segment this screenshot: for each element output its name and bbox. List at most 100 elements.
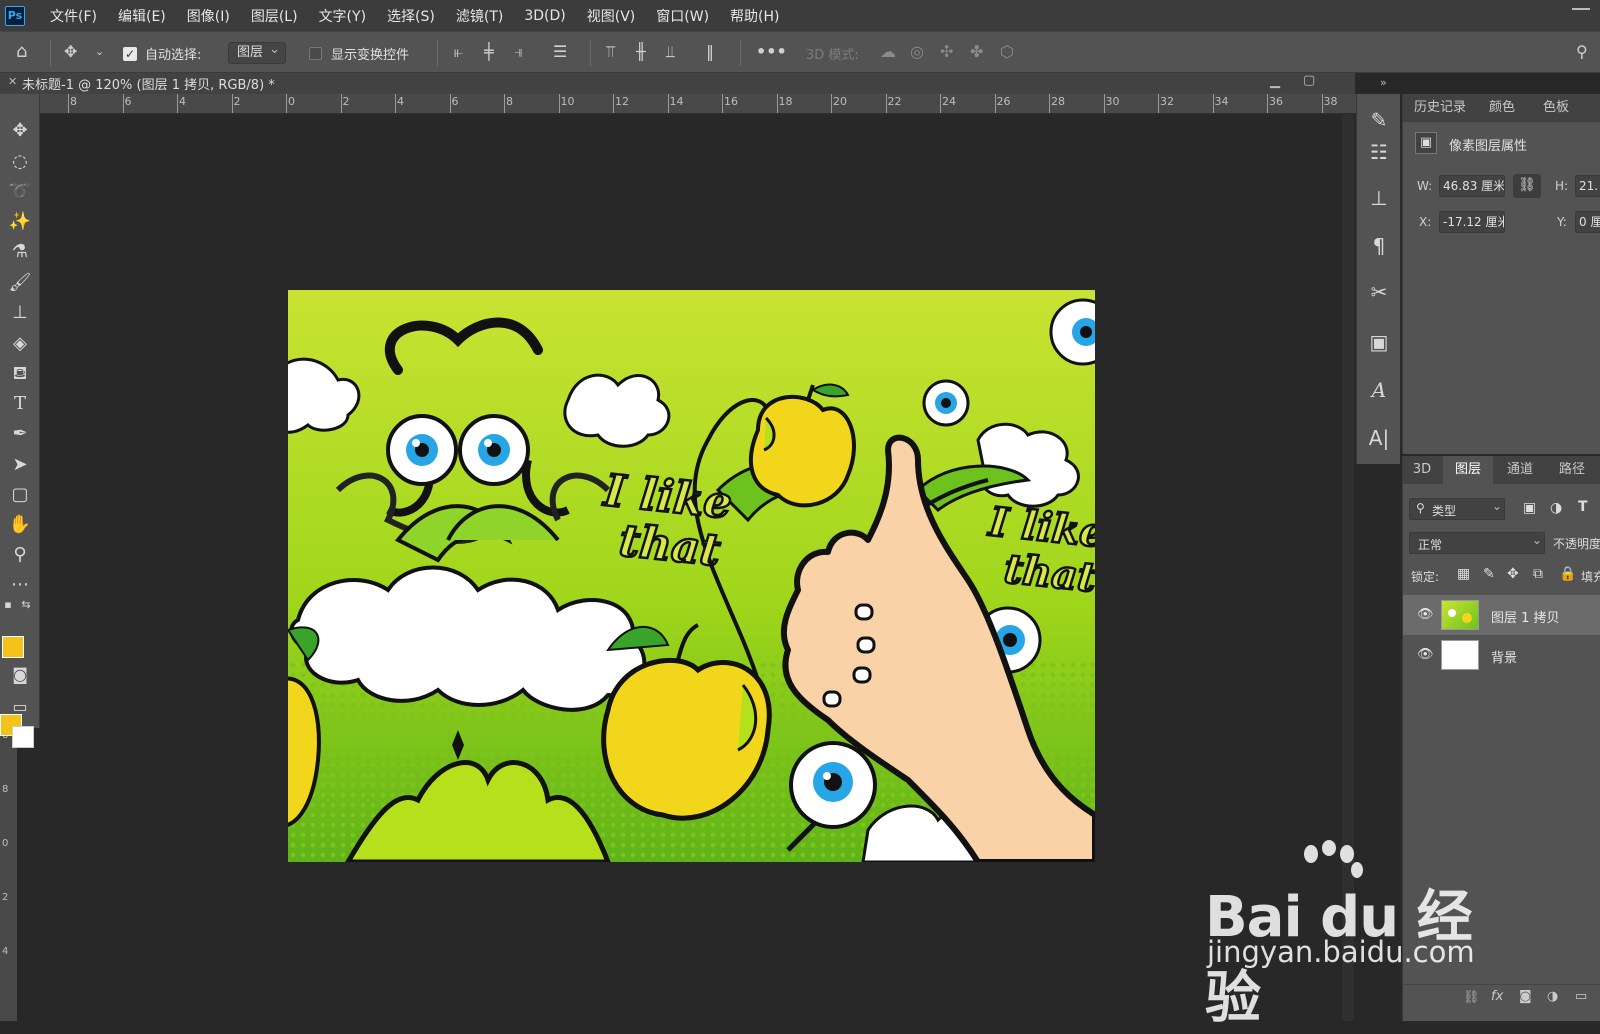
distribute-horizontal-icon[interactable]: ‖ [706, 43, 714, 61]
align-right-icon[interactable]: ⫣ [514, 43, 524, 61]
3d-roll-icon[interactable]: ◎ [910, 43, 924, 61]
x-field[interactable]: -17.12 厘米 [1439, 211, 1505, 233]
glyphs-icon[interactable]: A [1365, 376, 1393, 404]
align-top-icon[interactable]: ⫪ [606, 43, 615, 61]
document-tab[interactable]: ✕ 未标题-1 @ 120% (图层 1 拷贝, RGB/8) * ▁ ▢ [0, 73, 1355, 94]
more-options-icon[interactable]: ••• [756, 43, 787, 61]
clone-stamp-tool-icon[interactable]: ⊥ [6, 300, 34, 326]
lock-position-icon[interactable]: ✥ [1507, 566, 1519, 582]
minimize-window-button[interactable] [1572, 8, 1590, 10]
tool-presets-icon[interactable]: ✂ [1365, 278, 1393, 306]
clone-source-icon[interactable]: ⊥ [1365, 184, 1393, 212]
foreground-color-swatch-display[interactable] [2, 636, 24, 658]
menu-file[interactable]: 文件(F) [50, 6, 97, 26]
distribute-vertical-icon[interactable]: ☰ [553, 43, 567, 61]
tab-history[interactable]: 历史记录 [1407, 94, 1473, 122]
y-field[interactable]: 0 厘 [1575, 211, 1600, 233]
width-field[interactable]: 46.83 厘米 [1439, 175, 1505, 197]
rectangle-tool-icon[interactable]: ▢ [6, 482, 34, 508]
eyedropper-tool-icon[interactable]: ⚗ [6, 239, 34, 265]
move-tool-preset-icon[interactable]: ✥ [64, 43, 77, 61]
quick-mask-icon[interactable]: ◙ [6, 662, 34, 688]
lock-all-icon[interactable]: 🔒 [1559, 566, 1576, 582]
blend-mode-dropdown[interactable]: 正常 ⌄ [1409, 532, 1545, 554]
document-canvas[interactable]: I like that I like that [288, 290, 1095, 862]
layer-filter-kind-dropdown[interactable]: ⚲ 类型 ⌄ [1409, 498, 1505, 520]
3d-scale-icon[interactable]: ⬡ [1000, 43, 1014, 61]
menu-filter[interactable]: 滤镜(T) [456, 6, 503, 26]
visibility-eye-icon[interactable]: 👁 [1417, 607, 1434, 622]
elliptical-marquee-tool-icon[interactable]: ◌ [6, 149, 34, 175]
brush-settings-icon[interactable]: ✎ [1365, 106, 1393, 134]
zoom-tool-icon[interactable]: ⚲ [6, 542, 34, 568]
type-tool-icon[interactable]: T [6, 391, 34, 417]
menu-edit[interactable]: 编辑(E) [118, 6, 166, 26]
link-layers-icon[interactable]: ⛓ [1463, 990, 1480, 1005]
visibility-eye-icon[interactable]: 👁 [1417, 647, 1434, 662]
menu-help[interactable]: 帮助(H) [730, 6, 779, 26]
libraries-icon[interactable]: ▣ [1365, 328, 1393, 356]
layer-style-fx-icon[interactable]: fx [1491, 989, 1503, 1004]
paragraph-icon[interactable]: ¶ [1365, 232, 1393, 260]
magic-wand-tool-icon[interactable]: ✨ [6, 209, 34, 235]
home-icon[interactable]: ⌂ [16, 43, 27, 61]
move-tool-icon[interactable]: ✥ [6, 118, 34, 144]
swap-colors-icon[interactable]: ⇆ [18, 592, 34, 618]
tab-swatches[interactable]: 色板 [1531, 94, 1581, 122]
paint-bucket-tool-icon[interactable]: ⛾ [6, 361, 34, 387]
3d-orbit-icon[interactable]: ☁ [880, 43, 896, 61]
3d-slide-icon[interactable]: ✤ [970, 43, 983, 61]
show-transform-controls-checkbox[interactable] [309, 47, 322, 60]
search-icon[interactable]: ⚲ [1576, 43, 1588, 61]
menu-image[interactable]: 图像(I) [187, 6, 230, 26]
tab-layers[interactable]: 图层 [1443, 456, 1493, 484]
filter-type-icon[interactable]: T [1578, 499, 1588, 515]
layer-row-copy[interactable]: 👁 图层 1 拷贝 [1403, 595, 1600, 635]
filter-adjustment-icon[interactable]: ◑ [1550, 500, 1562, 516]
menu-view[interactable]: 视图(V) [587, 6, 636, 26]
horizontal-ruler[interactable]: 8 6 4 2 0 2 4 6 8 10 12 14 16 18 20 22 24 26 28 30 32 34 36 38 [40, 94, 1356, 114]
collapse-panels-icon[interactable]: » [1380, 76, 1387, 89]
path-selection-tool-icon[interactable]: ➤ [6, 452, 34, 478]
align-left-icon[interactable]: ⫦ [454, 43, 463, 61]
menu-layer[interactable]: 图层(L) [251, 6, 298, 26]
vertical-ruler[interactable]: 68024 [0, 728, 17, 1021]
new-group-icon[interactable]: ▭ [1575, 989, 1587, 1004]
tab-color[interactable]: 颜色 [1479, 94, 1525, 122]
align-horizontal-center-icon[interactable]: ╪ [484, 43, 494, 61]
eraser-tool-icon[interactable]: ◈ [6, 331, 34, 357]
character-icon[interactable]: A| [1365, 424, 1393, 452]
height-field[interactable]: 21. [1575, 175, 1600, 197]
background-color-swatch[interactable] [12, 726, 34, 748]
3d-pan-icon[interactable]: ✣ [940, 43, 953, 61]
filter-pixel-icon[interactable]: ▣ [1523, 500, 1536, 516]
maximize-document-icon[interactable]: ▢ [1303, 73, 1315, 88]
adjustments-icon[interactable]: ☷ [1365, 138, 1393, 166]
lock-image-pixels-icon[interactable]: ✎ [1483, 566, 1495, 582]
lock-artboard-icon[interactable]: ⧉ [1533, 566, 1543, 582]
new-adjustment-layer-icon[interactable]: ◑ [1547, 989, 1558, 1004]
menu-window[interactable]: 窗口(W) [656, 6, 709, 26]
tab-3d[interactable]: 3D [1407, 456, 1437, 484]
menu-type[interactable]: 文字(Y) [319, 6, 366, 26]
screen-mode-icon[interactable]: ▭ [6, 694, 34, 720]
minimize-document-icon[interactable]: ▁ [1270, 74, 1280, 89]
tab-channels[interactable]: 通道 [1495, 456, 1545, 484]
tab-paths[interactable]: 路径 [1547, 456, 1597, 484]
brush-tool-icon[interactable]: 🖌 [6, 270, 34, 296]
pen-tool-icon[interactable]: ✒ [6, 421, 34, 447]
align-bottom-icon[interactable]: ⫫ [666, 43, 675, 61]
auto-select-checkbox[interactable]: ✓ [123, 47, 137, 61]
hand-tool-icon[interactable]: ✋ [6, 512, 34, 538]
auto-select-target-dropdown[interactable]: 图层 [228, 40, 286, 64]
chevron-down-icon[interactable]: ⌄ [95, 43, 104, 61]
align-vertical-center-icon[interactable]: ╫ [636, 43, 646, 61]
canvas-vertical-scrollbar[interactable] [1342, 114, 1354, 1021]
menu-select[interactable]: 选择(S) [387, 6, 435, 26]
add-mask-icon[interactable]: ◙ [1519, 989, 1532, 1004]
close-document-icon[interactable]: ✕ [8, 75, 17, 88]
menu-3d[interactable]: 3D(D) [524, 8, 565, 24]
default-colors-icon[interactable]: ▪ [0, 592, 16, 618]
lasso-tool-icon[interactable]: ➰ [6, 179, 34, 205]
link-dimensions-icon[interactable]: ⛓ [1513, 174, 1541, 198]
